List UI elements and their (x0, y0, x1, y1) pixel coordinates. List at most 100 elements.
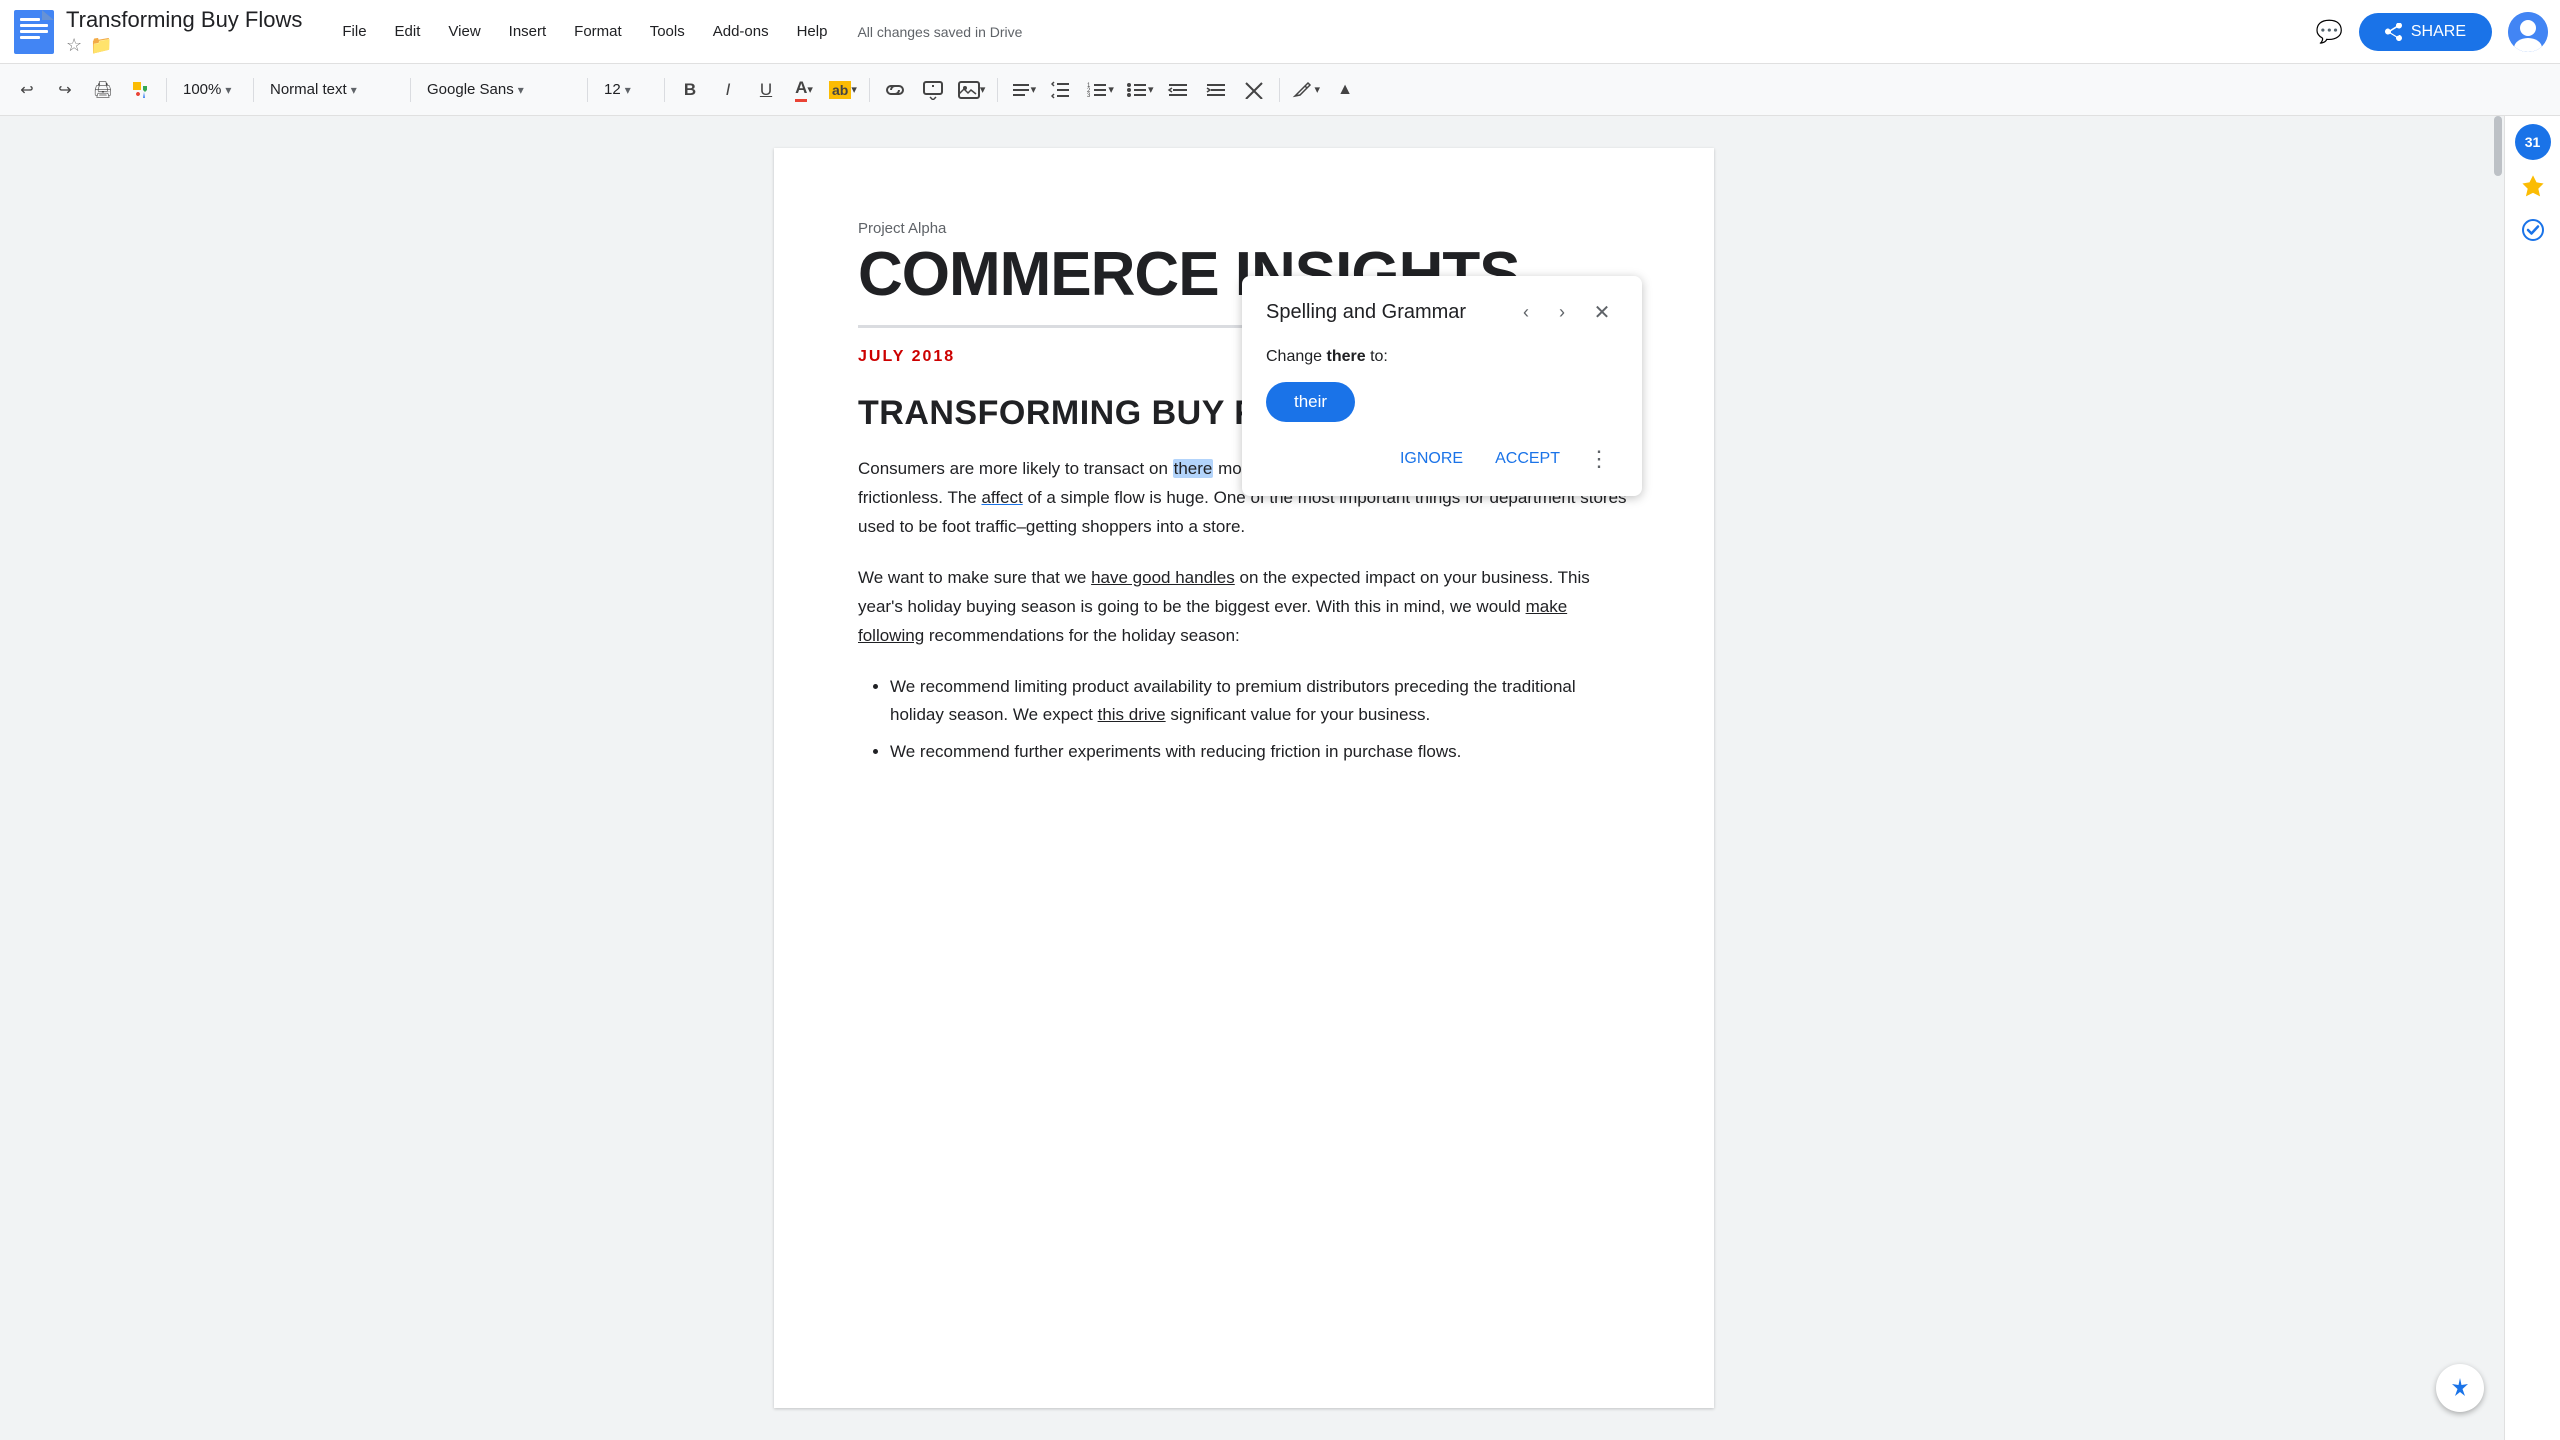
user-avatar[interactable] (2508, 12, 2548, 52)
pen-arrow: ▾ (1314, 83, 1320, 96)
format-dropdown[interactable]: Normal text ▾ (262, 73, 402, 107)
menu-file[interactable]: File (328, 17, 380, 46)
accept-button[interactable]: ACCEPT (1483, 442, 1572, 476)
clear-formatting-button[interactable] (1237, 73, 1271, 107)
more-options-button[interactable]: ⋮ (1580, 442, 1618, 476)
menu-insert[interactable]: Insert (495, 17, 561, 46)
spelling-next-button[interactable]: › (1546, 296, 1578, 328)
doc-area[interactable]: Project Alpha COMMERCE INSIGHTS JULY 201… (0, 116, 2488, 1440)
sep4 (587, 78, 588, 102)
bullet-list-arrow: ▾ (1148, 83, 1154, 96)
print-button[interactable]: 🖨 (86, 73, 120, 107)
suggestion-area: their (1266, 382, 1618, 442)
bullet-list-button[interactable]: ▾ (1122, 73, 1158, 107)
suggestion-chip[interactable]: their (1266, 382, 1355, 422)
decrease-indent-button[interactable] (1161, 73, 1195, 107)
add-comment-icon (922, 80, 944, 100)
pen-button[interactable]: ▾ (1288, 73, 1324, 107)
italic-button[interactable]: I (711, 73, 745, 107)
fab-button[interactable] (2436, 1364, 2484, 1412)
menu-edit[interactable]: Edit (381, 17, 435, 46)
spelling-actions: IGNORE ACCEPT ⋮ (1266, 442, 1618, 476)
highlight-button[interactable]: ab ▾ (825, 73, 861, 107)
linespacing-button[interactable] (1044, 73, 1078, 107)
menu-addons[interactable]: Add-ons (699, 17, 783, 46)
highlighted-word[interactable]: there (1173, 459, 1214, 478)
grammar-word-affect: affect (981, 488, 1022, 507)
star-icon[interactable]: ☆ (66, 35, 82, 56)
comment-add-button[interactable] (916, 73, 950, 107)
topbar-right: 💬 SHARE (2315, 12, 2548, 52)
spelling-panel: Spelling and Grammar ‹ › ✕ Change there … (1242, 276, 1642, 496)
share-label: SHARE (2411, 23, 2466, 41)
increase-indent-button[interactable] (1199, 73, 1233, 107)
zoom-value: 100% (183, 81, 221, 98)
text-color-arrow: ▾ (807, 83, 813, 96)
bulletlist-icon (1126, 81, 1148, 99)
spelling-nav: ‹ › (1510, 296, 1578, 328)
folder-icon[interactable]: 📁 (90, 35, 112, 56)
highlight-label: ab (829, 81, 851, 99)
underline-button[interactable]: U (749, 73, 783, 107)
sep2 (253, 78, 254, 102)
change-suffix: to: (1366, 348, 1388, 365)
text-color-button[interactable]: A ▾ (787, 73, 821, 107)
spelling-close-button[interactable]: ✕ (1586, 296, 1618, 328)
comment-icon[interactable]: 💬 (2315, 19, 2342, 45)
doc-title[interactable]: Transforming Buy Flows (66, 7, 302, 33)
menu-bar: File Edit View Insert Format Tools Add-o… (328, 17, 841, 46)
redo-button[interactable]: ↪ (48, 73, 82, 107)
scrollbar-area[interactable] (2488, 116, 2504, 1440)
tasks-sidebar-icon[interactable] (2515, 212, 2551, 248)
font-dropdown[interactable]: Google Sans ▾ (419, 73, 579, 107)
sep3 (410, 78, 411, 102)
change-prefix: Change (1266, 348, 1327, 365)
text-color-label: A (795, 78, 807, 102)
zoom-dropdown[interactable]: 100% ▾ (175, 73, 245, 107)
spelling-title: Spelling and Grammar (1266, 301, 1510, 324)
link-button[interactable] (878, 73, 912, 107)
menu-view[interactable]: View (434, 17, 494, 46)
image-icon (958, 81, 980, 99)
share-button[interactable]: SHARE (2359, 13, 2492, 51)
link-icon (884, 81, 906, 99)
increase-indent-icon (1205, 81, 1227, 99)
ignore-button[interactable]: IGNORE (1388, 442, 1475, 476)
insert-image-button[interactable]: ▾ (954, 73, 990, 107)
numbered-list-arrow: ▾ (1108, 83, 1114, 96)
project-label: Project Alpha (858, 220, 1630, 237)
expand-button[interactable]: ▲ (1328, 73, 1362, 107)
fontsize-dropdown[interactable]: 12 ▾ (596, 73, 656, 107)
align-button[interactable]: ▾ (1006, 73, 1040, 107)
check-icon (2522, 219, 2544, 241)
menu-help[interactable]: Help (783, 17, 842, 46)
calendar-sidebar-icon[interactable]: 31 (2515, 124, 2551, 160)
main-layout: Project Alpha COMMERCE INSIGHTS JULY 201… (0, 116, 2560, 1440)
star-sidebar-icon[interactable] (2515, 168, 2551, 204)
toolbar: ↩ ↪ 🖨 100% ▾ Normal text ▾ Google Sans ▾… (0, 64, 2560, 116)
fontsize-arrow: ▾ (625, 83, 631, 97)
spelling-prev-button[interactable]: ‹ (1510, 296, 1542, 328)
paint-format-button[interactable] (124, 73, 158, 107)
numberedlist-icon: 123 (1086, 81, 1108, 99)
sep1 (166, 78, 167, 102)
pen-icon (1292, 81, 1314, 99)
sep6 (869, 78, 870, 102)
undo-button[interactable]: ↩ (10, 73, 44, 107)
numbered-list-button[interactable]: 123 ▾ (1082, 73, 1118, 107)
document-page: Project Alpha COMMERCE INSIGHTS JULY 201… (774, 148, 1714, 1408)
share-icon (2385, 23, 2403, 41)
svg-text:3: 3 (1087, 93, 1091, 99)
title-icons: ☆ 📁 (66, 35, 302, 56)
font-arrow: ▾ (518, 83, 524, 97)
decrease-indent-icon (1167, 81, 1189, 99)
format-arrow: ▾ (351, 83, 357, 97)
align-arrow: ▾ (1031, 83, 1037, 96)
bold-button[interactable]: B (673, 73, 707, 107)
menu-format[interactable]: Format (560, 17, 636, 46)
fab-icon (2448, 1376, 2472, 1400)
bullet1-link: this drive (1098, 705, 1166, 724)
scrollbar-thumb[interactable] (2494, 116, 2502, 176)
format-value: Normal text (270, 81, 347, 98)
menu-tools[interactable]: Tools (636, 17, 699, 46)
